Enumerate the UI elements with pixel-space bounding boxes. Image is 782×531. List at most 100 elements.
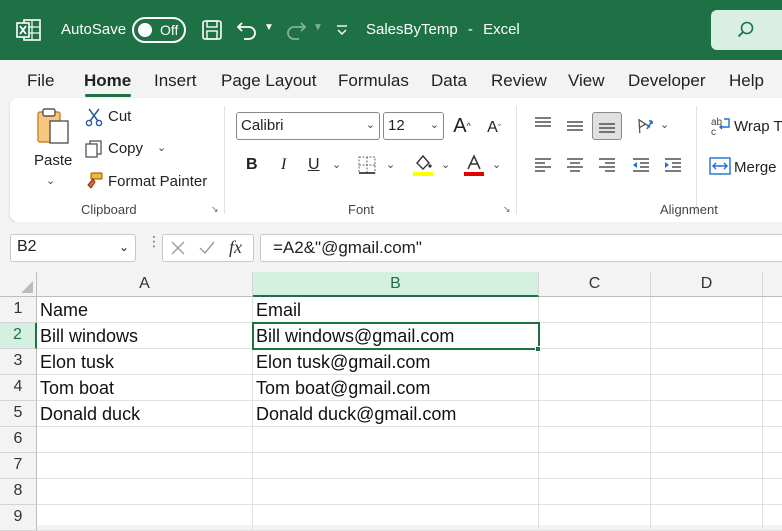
underline-button[interactable]: U [308, 156, 320, 174]
paste-icon[interactable] [34, 106, 74, 148]
cell-e2[interactable] [763, 323, 782, 349]
name-box[interactable]: B2 ⌄ [10, 234, 136, 262]
cell-c3[interactable] [539, 349, 651, 375]
cell-b4[interactable]: Tom boat@gmail.com [253, 375, 539, 401]
fill-color-icon[interactable] [412, 153, 434, 177]
cut-button[interactable]: Cut [108, 108, 131, 125]
undo-icon[interactable] [234, 17, 260, 43]
decrease-font-size-icon[interactable]: Aˇ [482, 116, 506, 140]
tab-home[interactable]: Home [84, 71, 131, 91]
formula-input[interactable]: =A2&"@gmail.com" [260, 234, 782, 262]
cell-a2[interactable]: Bill windows [37, 323, 253, 349]
cell-e8[interactable] [763, 479, 782, 505]
bold-button[interactable]: B [246, 156, 258, 174]
cell-a9[interactable] [37, 505, 253, 531]
cell-b6[interactable] [253, 427, 539, 453]
row-header[interactable]: 6 [0, 427, 37, 453]
cell-d5[interactable] [651, 401, 763, 427]
copy-dropdown-icon[interactable]: ⌄ [157, 141, 166, 154]
font-color-icon[interactable] [463, 153, 485, 177]
row-header[interactable]: 9 [0, 505, 37, 531]
cell-d6[interactable] [651, 427, 763, 453]
cell-e6[interactable] [763, 427, 782, 453]
copy-icon[interactable] [84, 139, 104, 159]
row-header[interactable]: 1 [0, 297, 37, 323]
cell-a6[interactable] [37, 427, 253, 453]
cell-c6[interactable] [539, 427, 651, 453]
column-header-d[interactable]: D [651, 272, 763, 297]
tab-view[interactable]: View [568, 71, 605, 91]
select-all-corner[interactable] [0, 272, 37, 297]
cell-b1[interactable]: Email [253, 297, 539, 323]
row-header[interactable]: 5 [0, 401, 37, 427]
cell-e9[interactable] [763, 505, 782, 531]
cell-d7[interactable] [651, 453, 763, 479]
merge-center-icon[interactable] [709, 156, 731, 176]
formula-bar-grip-icon[interactable]: ⋮ [147, 234, 161, 258]
format-painter-icon[interactable] [84, 171, 104, 191]
cell-c4[interactable] [539, 375, 651, 401]
align-middle-icon[interactable] [564, 116, 586, 136]
cell-c8[interactable] [539, 479, 651, 505]
cell-a8[interactable] [37, 479, 253, 505]
font-launcher-icon[interactable]: ↘ [503, 204, 513, 214]
cell-d1[interactable] [651, 297, 763, 323]
font-name-select[interactable]: Calibri ⌄ [236, 112, 380, 140]
enter-icon[interactable] [197, 239, 217, 257]
copy-button[interactable]: Copy [108, 140, 143, 157]
fill-color-dropdown-icon[interactable]: ⌄ [441, 158, 450, 171]
format-painter-button[interactable]: Format Painter [108, 173, 207, 190]
paste-dropdown-icon[interactable]: ⌄ [46, 174, 55, 187]
save-icon[interactable] [199, 17, 225, 43]
wrap-text-button[interactable]: Wrap T [734, 118, 782, 135]
align-bottom-icon[interactable] [592, 112, 622, 140]
cell-c2[interactable] [539, 323, 651, 349]
cell-a5[interactable]: Donald duck [37, 401, 253, 427]
tab-developer[interactable]: Developer [628, 71, 706, 91]
column-header-e[interactable] [763, 272, 782, 297]
tab-data[interactable]: Data [431, 71, 467, 91]
increase-font-size-icon[interactable]: A ^ [450, 114, 474, 138]
cell-e1[interactable] [763, 297, 782, 323]
cell-b8[interactable] [253, 479, 539, 505]
wrap-text-icon[interactable]: ab c [710, 115, 732, 137]
row-header[interactable]: 7 [0, 453, 37, 479]
tab-review[interactable]: Review [491, 71, 547, 91]
cell-a3[interactable]: Elon tusk [37, 349, 253, 375]
cell-a7[interactable] [37, 453, 253, 479]
cell-b9[interactable] [253, 505, 539, 531]
paste-button[interactable]: Paste [34, 152, 72, 169]
font-color-dropdown-icon[interactable]: ⌄ [492, 158, 501, 171]
italic-button[interactable]: I [281, 156, 286, 174]
clipboard-launcher-icon[interactable]: ↘ [211, 204, 221, 214]
customize-toolbar-icon[interactable] [331, 17, 353, 43]
cell-c7[interactable] [539, 453, 651, 479]
undo-dropdown-icon[interactable]: ▼ [264, 22, 274, 33]
align-right-icon[interactable] [596, 156, 618, 176]
cell-b3[interactable]: Elon tusk@gmail.com [253, 349, 539, 375]
insert-function-button[interactable]: fx [229, 237, 242, 258]
cut-icon[interactable] [84, 107, 104, 127]
align-left-icon[interactable] [532, 156, 554, 176]
cell-d9[interactable] [651, 505, 763, 531]
font-size-select[interactable]: 12 ⌄ [383, 112, 444, 140]
cell-a4[interactable]: Tom boat [37, 375, 253, 401]
cell-c9[interactable] [539, 505, 651, 531]
row-header[interactable]: 4 [0, 375, 37, 401]
align-top-icon[interactable] [532, 114, 554, 134]
tab-help[interactable]: Help [729, 71, 764, 91]
cell-e4[interactable] [763, 375, 782, 401]
cell-e7[interactable] [763, 453, 782, 479]
orientation-dropdown-icon[interactable]: ⌄ [660, 118, 669, 131]
underline-dropdown-icon[interactable]: ⌄ [332, 158, 341, 171]
borders-icon[interactable] [357, 155, 377, 175]
orientation-icon[interactable] [632, 114, 656, 136]
increase-indent-icon[interactable] [662, 156, 684, 176]
cell-b7[interactable] [253, 453, 539, 479]
tab-insert[interactable]: Insert [154, 71, 197, 91]
align-center-icon[interactable] [564, 156, 586, 176]
cell-d8[interactable] [651, 479, 763, 505]
cell-e3[interactable] [763, 349, 782, 375]
cell-e5[interactable] [763, 401, 782, 427]
column-header-a[interactable]: A [37, 272, 253, 297]
